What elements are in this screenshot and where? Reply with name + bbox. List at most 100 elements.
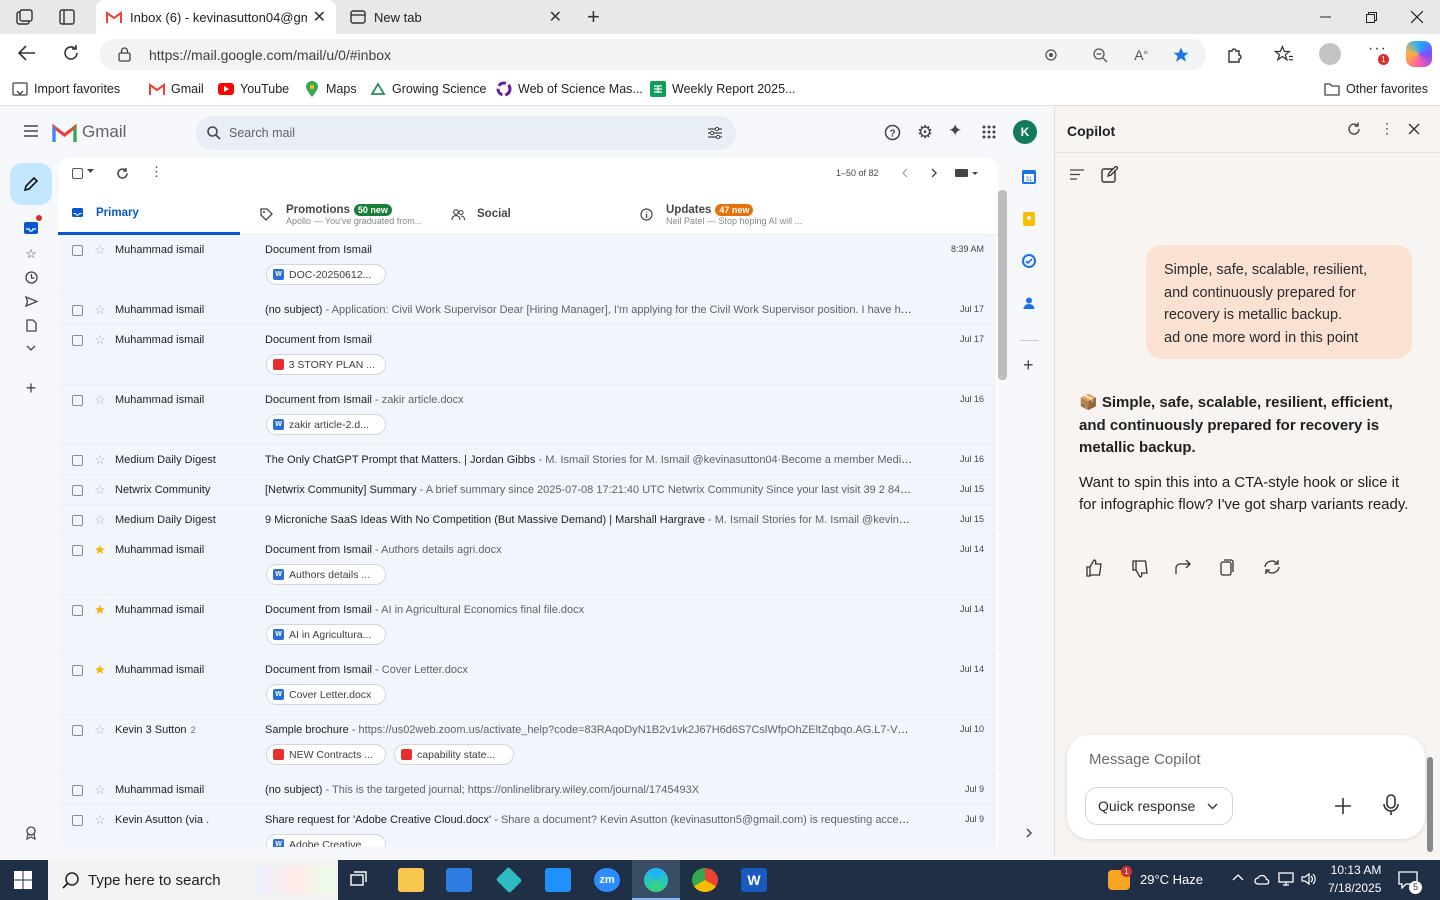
search-bar[interactable]: Search mail <box>196 116 736 150</box>
extensions-icon[interactable] <box>1226 45 1244 63</box>
search-icon[interactable] <box>207 126 221 140</box>
email-row[interactable]: ☆ Netwrix Community [Netwrix Community] Su… <box>58 475 996 505</box>
microphone-icon[interactable] <box>1383 794 1399 816</box>
url-bar[interactable]: https://mail.google.com/mail/u/0/#inbox … <box>100 39 1206 70</box>
tasks-icon[interactable] <box>1022 254 1036 268</box>
mode-selector-button[interactable]: Quick response <box>1085 787 1233 825</box>
meet-badge-icon[interactable] <box>22 824 40 842</box>
copilot-icon[interactable] <box>1406 41 1432 67</box>
email-row[interactable]: ☆ Muhammad ismail Document from Ismail - z… <box>58 385 996 445</box>
main-menu-icon[interactable] <box>24 125 38 137</box>
email-select-checkbox[interactable] <box>72 815 83 826</box>
thumbs-up-icon[interactable] <box>1085 559 1103 577</box>
settings-gear-icon[interactable]: ⚙ <box>917 123 933 141</box>
add-label-plus-icon[interactable]: + <box>22 378 40 398</box>
email-select-checkbox[interactable] <box>72 335 83 346</box>
email-select-checkbox[interactable] <box>72 605 83 616</box>
attachment-chip[interactable]: capability state... <box>394 744 514 765</box>
tray-chevron-up-icon[interactable] <box>1232 874 1244 881</box>
contacts-icon[interactable] <box>1022 296 1036 310</box>
attachment-chip[interactable]: W AI in Agricultura... <box>266 624 386 645</box>
tab-updates[interactable]: Updates 47 new Neil Patel — Stop hoping A… <box>640 193 840 235</box>
dev-app-icon[interactable] <box>495 866 523 894</box>
star-outline-icon[interactable]: ☆ <box>94 243 106 256</box>
close-window-icon[interactable] <box>1394 0 1440 34</box>
edge-taskbar-item[interactable] <box>632 860 680 900</box>
minimize-icon[interactable] <box>1302 0 1348 34</box>
search-input[interactable]: Search mail <box>229 126 708 140</box>
attachment-chip[interactable]: W DOC-20250612... <box>266 264 386 285</box>
email-row[interactable]: ★ Muhammad ismail Document from Ismail - C… <box>58 655 996 715</box>
account-avatar[interactable]: K <box>1013 120 1037 144</box>
select-dropdown-icon[interactable] <box>87 169 94 173</box>
select-all-checkbox[interactable] <box>72 168 83 179</box>
thumbs-down-icon[interactable] <box>1131 560 1149 578</box>
search-options-icon[interactable] <box>708 127 722 139</box>
gemini-sparkle-icon[interactable]: ✦ <box>948 122 962 140</box>
new-chat-icon[interactable] <box>1101 166 1118 183</box>
bookmark-growing-science[interactable]: Growing Science <box>370 81 487 97</box>
weather-text[interactable]: 29°C Haze <box>1140 872 1203 887</box>
copilot-more-icon[interactable]: ⋮ <box>1380 121 1394 135</box>
sent-icon[interactable] <box>22 292 40 310</box>
email-row[interactable]: ☆ Muhammad ismail (no subject) - This is t… <box>58 775 996 805</box>
star-outline-icon[interactable]: ☆ <box>94 393 106 406</box>
email-select-checkbox[interactable] <box>72 485 83 496</box>
read-aloud-icon[interactable]: A» <box>1134 47 1148 63</box>
task-view-icon[interactable] <box>350 871 370 889</box>
new-tab-plus-icon[interactable]: + <box>587 6 600 28</box>
snoozed-clock-icon[interactable] <box>22 268 40 286</box>
clock-time[interactable]: 10:13 AM <box>1330 863 1382 877</box>
restore-icon[interactable] <box>1348 0 1394 34</box>
more-chevron-icon[interactable] <box>22 339 40 357</box>
star-outline-icon[interactable]: ☆ <box>94 513 106 526</box>
email-select-checkbox[interactable] <box>72 395 83 406</box>
attachment-chip[interactable]: W Cover Letter.docx <box>266 684 386 705</box>
email-row[interactable]: ★ Muhammad ismail Document from Ismail - A… <box>58 595 996 655</box>
email-row[interactable]: ☆ Kevin 3 Sutton 2 Sample brochure - https:… <box>58 715 996 775</box>
chrome-browser-icon[interactable] <box>692 868 718 892</box>
zoom-out-icon[interactable] <box>1092 47 1108 63</box>
bookmark-other-favorites[interactable]: Other favorites <box>1324 81 1428 97</box>
drafts-icon[interactable] <box>22 316 40 334</box>
mail-list-scrollbar[interactable] <box>998 190 1007 380</box>
keep-icon[interactable] <box>1022 212 1036 226</box>
bookmark-weekly-report[interactable]: Weekly Report 2025... <box>650 81 795 97</box>
conversation-list-icon[interactable] <box>1070 169 1084 180</box>
email-select-checkbox[interactable] <box>72 305 83 316</box>
file-explorer-icon[interactable] <box>398 868 424 892</box>
attachment-chip[interactable]: W Adobe Creative... <box>266 834 386 847</box>
refresh-icon[interactable] <box>116 167 129 180</box>
email-row[interactable]: ☆ Medium Daily Digest The Only ChatGPT Pro… <box>58 445 996 475</box>
bookmark-import-favorites[interactable]: Import favorites <box>12 81 120 97</box>
copilot-message-input[interactable]: Message Copilot <box>1089 751 1201 768</box>
tab-primary[interactable]: Primary <box>58 193 240 235</box>
bookmark-web-of-science[interactable]: Web of Science Mas... <box>496 81 643 97</box>
regenerate-icon[interactable] <box>1263 559 1281 575</box>
clock-date[interactable]: 7/18/2025 <box>1328 881 1381 895</box>
back-icon[interactable] <box>18 45 36 61</box>
share-icon[interactable] <box>1175 559 1193 575</box>
inbox-icon[interactable] <box>22 215 42 237</box>
tab-promotions[interactable]: Promotions 50 new Apollo — You've graduat… <box>260 193 440 235</box>
email-select-checkbox[interactable] <box>72 455 83 466</box>
email-select-checkbox[interactable] <box>72 245 83 256</box>
tab-actions-icon[interactable] <box>59 9 75 25</box>
tracking-prevention-icon[interactable] <box>1044 48 1058 62</box>
attachment-chip[interactable]: NEW Contracts ... <box>266 744 386 765</box>
attachment-chip[interactable]: 3 STORY PLAN ... <box>266 354 386 375</box>
star-outline-icon[interactable]: ☆ <box>94 303 106 316</box>
onedrive-cloud-icon[interactable] <box>1254 873 1270 885</box>
prev-page-icon[interactable] <box>902 168 908 178</box>
email-row[interactable]: ☆ Muhammad ismail (no subject) - Applicati… <box>58 295 996 325</box>
workspaces-icon[interactable] <box>16 9 34 25</box>
bookmark-maps[interactable]: Maps <box>304 81 357 97</box>
tab-social[interactable]: Social <box>451 193 611 235</box>
email-select-checkbox[interactable] <box>72 785 83 796</box>
star-outline-icon[interactable]: ☆ <box>94 723 106 736</box>
url-text[interactable]: https://mail.google.com/mail/u/0/#inbox <box>149 47 1044 63</box>
profile-avatar[interactable] <box>1319 43 1341 65</box>
copilot-refresh-icon[interactable] <box>1347 122 1361 136</box>
starred-icon[interactable]: ★ <box>94 603 106 616</box>
zoom-app-icon[interactable]: zm <box>594 868 620 892</box>
